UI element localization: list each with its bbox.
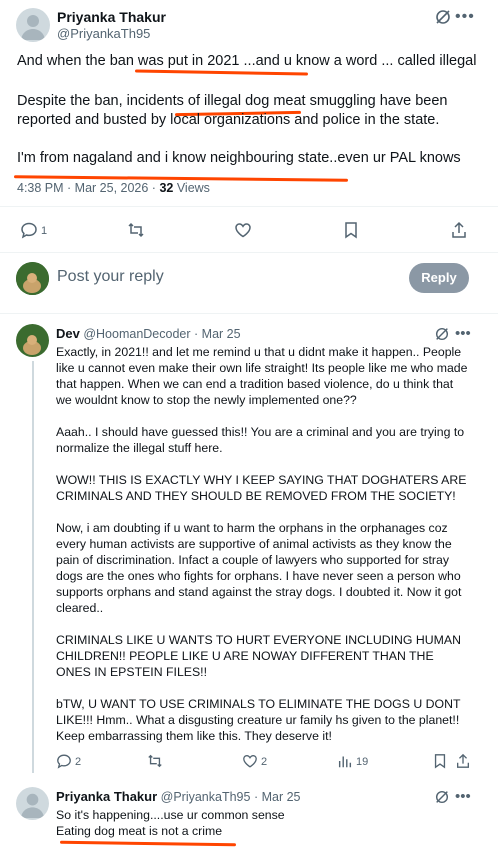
- more-icon[interactable]: •••: [455, 788, 471, 805]
- reply-date[interactable]: · Mar 25: [194, 327, 241, 341]
- reply-header: Dev @HoomanDecoder · Mar 25: [56, 326, 241, 341]
- reply-line: So it's happening....use ur common sense: [56, 808, 285, 822]
- reply-paragraph: bTW, U WANT TO USE CRIMINALS TO ELIMINAT…: [56, 697, 461, 743]
- post-line: I'm from nagaland and i know neighbourin…: [17, 150, 461, 166]
- more-icon[interactable]: •••: [455, 8, 475, 26]
- repost-icon[interactable]: [127, 221, 145, 239]
- author-handle[interactable]: @PriyankaTh95: [57, 26, 150, 41]
- post-line: And when the ban was put in 2021 ...and …: [17, 53, 477, 69]
- post-timestamp: 4:38 PM · Mar 25, 2026 · 32 Views: [17, 181, 210, 195]
- reply-button[interactable]: Reply: [409, 263, 469, 293]
- avatar[interactable]: [16, 8, 50, 42]
- reply-date[interactable]: · Mar 25: [254, 790, 301, 804]
- reply-paragraph: Now, i am doubting if u want to harm the…: [56, 521, 462, 615]
- views-icon[interactable]: [337, 753, 353, 769]
- author-name[interactable]: Dev: [56, 326, 80, 341]
- author-handle[interactable]: @PriyankaTh95: [161, 790, 251, 804]
- post-line: Despite the ban, incidents of illegal do…: [17, 93, 448, 109]
- reply-paragraph: CRIMINALS LIKE U WANTS TO HURT EVERYONE …: [56, 633, 461, 679]
- author-name[interactable]: Priyanka Thakur: [57, 9, 166, 25]
- views-label: Views: [173, 181, 210, 195]
- divider: [0, 206, 498, 207]
- share-icon[interactable]: [455, 753, 471, 769]
- author-name[interactable]: Priyanka Thakur: [56, 789, 157, 804]
- view-count: 19: [356, 756, 369, 768]
- views-count: 32: [159, 181, 174, 195]
- reply-paragraph: Aaah.. I should have guessed this!! You …: [56, 425, 465, 455]
- grok-icon[interactable]: [434, 789, 450, 805]
- divider: [0, 313, 498, 314]
- thread-line: [32, 361, 34, 773]
- repost-icon[interactable]: [147, 753, 163, 769]
- reply-header: Priyanka Thakur @PriyankaTh95 · Mar 25: [56, 789, 301, 804]
- divider: [0, 252, 498, 253]
- like-icon[interactable]: [242, 753, 258, 769]
- avatar[interactable]: [16, 787, 49, 820]
- author-handle[interactable]: @HoomanDecoder: [83, 327, 190, 341]
- avatar[interactable]: [16, 262, 49, 295]
- reply-count: 1: [41, 225, 48, 237]
- avatar[interactable]: [16, 324, 49, 357]
- annotation-underline: [59, 840, 237, 847]
- reply-line: Eating dog meat is not a crime: [56, 824, 223, 838]
- reply-icon[interactable]: [56, 753, 72, 769]
- reply-icon[interactable]: [20, 221, 38, 239]
- more-icon[interactable]: •••: [455, 325, 471, 342]
- grok-icon[interactable]: [434, 326, 450, 342]
- reply-input[interactable]: Post your reply: [57, 268, 164, 286]
- post-line: reported and busted by local organizatio…: [17, 112, 440, 128]
- reply-body: Exactly, in 2021!! and let me remind u t…: [56, 344, 471, 760]
- like-icon[interactable]: [234, 221, 252, 239]
- grok-icon[interactable]: [434, 8, 452, 26]
- bookmark-icon[interactable]: [342, 221, 360, 239]
- reply-paragraph: Exactly, in 2021!! and let me remind u t…: [56, 345, 468, 407]
- bookmark-icon[interactable]: [432, 753, 448, 769]
- like-count: 2: [261, 756, 268, 768]
- timestamp-text[interactable]: 4:38 PM · Mar 25, 2026 ·: [17, 181, 159, 195]
- reply-count: 2: [75, 756, 82, 768]
- reply-paragraph: WOW!! THIS IS EXACTLY WHY I KEEP SAYING …: [56, 473, 467, 503]
- share-icon[interactable]: [450, 221, 468, 239]
